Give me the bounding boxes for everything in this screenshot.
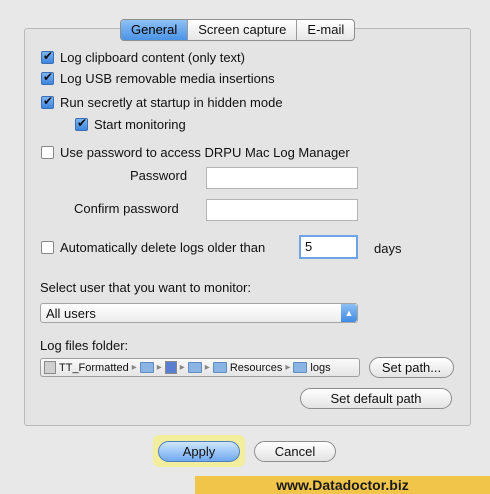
path-segment-3[interactable] xyxy=(162,361,180,374)
set-path-button[interactable]: Set path... xyxy=(369,357,454,378)
select-user-label: Select user that you want to monitor: xyxy=(40,280,251,295)
folder-icon xyxy=(293,362,308,373)
option-run-secretly: Run secretly at startup in hidden mode xyxy=(41,94,283,110)
option-log-usb: Log USB removable media insertions xyxy=(41,70,275,86)
folder-icon xyxy=(139,362,154,373)
website-banner: www.Datadoctor.biz xyxy=(195,476,490,494)
auto-delete-label: Automatically delete logs older than xyxy=(60,240,266,255)
days-field[interactable]: 5 xyxy=(299,235,358,259)
option-use-password: Use password to access DRPU Mac Log Mana… xyxy=(41,145,350,160)
set-default-path-button[interactable]: Set default path xyxy=(300,388,452,409)
confirm-password-field[interactable] xyxy=(206,199,358,221)
start-monitoring-checkbox[interactable] xyxy=(75,116,88,131)
tab-email[interactable]: E-mail xyxy=(296,20,354,40)
log-clipboard-label: Log clipboard content (only text) xyxy=(60,50,245,65)
apply-button[interactable]: Apply xyxy=(158,441,240,462)
path-segment-label: TT_Formatted xyxy=(59,361,129,374)
log-usb-checkbox[interactable] xyxy=(41,70,54,85)
tab-bar: General Screen capture E-mail xyxy=(120,19,356,41)
document-icon xyxy=(44,361,56,374)
app-icon xyxy=(164,361,177,374)
path-segment-resources[interactable]: Resources xyxy=(210,362,286,374)
password-field[interactable] xyxy=(206,167,358,189)
auto-delete-checkbox[interactable] xyxy=(41,241,54,254)
option-start-monitoring: Start monitoring xyxy=(75,116,186,132)
cancel-button[interactable]: Cancel xyxy=(254,441,336,462)
path-segment-2[interactable] xyxy=(137,362,157,373)
path-control[interactable]: TT_Formatted ▸ ▸ ▸ ▸ Resources ▸ logs xyxy=(40,358,360,377)
password-label: Password xyxy=(130,168,188,183)
path-segment-logs[interactable]: logs xyxy=(290,362,333,374)
folder-icon xyxy=(187,362,202,373)
log-clipboard-checkbox[interactable] xyxy=(41,49,54,64)
confirm-password-label: Confirm password xyxy=(74,201,179,216)
use-password-checkbox[interactable] xyxy=(41,146,54,159)
user-select-value: All users xyxy=(46,306,96,321)
path-segment-4[interactable] xyxy=(185,362,205,373)
start-monitoring-label: Start monitoring xyxy=(94,117,186,132)
run-secretly-label: Run secretly at startup in hidden mode xyxy=(60,95,283,110)
run-secretly-checkbox[interactable] xyxy=(41,94,54,109)
log-folder-label: Log files folder: xyxy=(40,338,129,353)
chevron-down-icon: ▲ xyxy=(341,304,357,322)
use-password-label: Use password to access DRPU Mac Log Mana… xyxy=(60,145,350,160)
path-segment-label: logs xyxy=(310,361,331,374)
folder-icon xyxy=(212,362,227,373)
log-usb-label: Log USB removable media insertions xyxy=(60,71,275,86)
days-label: days xyxy=(374,241,402,256)
tab-general[interactable]: General xyxy=(121,20,188,40)
tab-screen-capture[interactable]: Screen capture xyxy=(187,20,296,40)
option-log-clipboard: Log clipboard content (only text) xyxy=(41,49,245,65)
path-segment-root[interactable]: TT_Formatted xyxy=(41,361,132,374)
option-auto-delete: Automatically delete logs older than xyxy=(41,240,265,255)
user-select[interactable]: All users ▲ xyxy=(40,303,358,323)
path-segment-label: Resources xyxy=(229,361,283,374)
